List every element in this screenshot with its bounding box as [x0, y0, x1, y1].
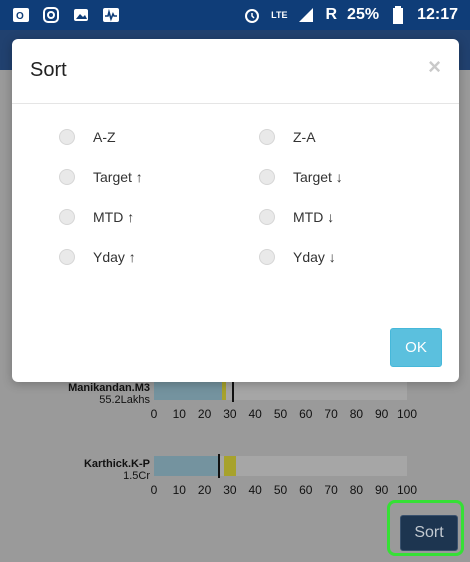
radio-button[interactable]	[59, 129, 75, 145]
status-bar: O LTE R 25% 12:17	[0, 0, 470, 30]
option-label: Yday ↓	[293, 249, 336, 265]
sort-option-a-z[interactable]: A-Z	[59, 129, 116, 145]
chart-label: Manikandan.M3 55.2Lakhs	[68, 382, 150, 406]
tick-label: 100	[396, 407, 418, 421]
sort-button[interactable]: Sort	[400, 515, 458, 551]
bar-marker	[224, 456, 236, 476]
instagram-icon	[42, 6, 60, 24]
sort-option-yday-desc[interactable]: Yday ↓	[259, 249, 336, 265]
target-line	[218, 454, 220, 478]
svg-text:O: O	[16, 11, 24, 22]
sort-button-highlight: Sort	[387, 500, 464, 556]
clock-time: 12:17	[417, 6, 458, 23]
radio-button[interactable]	[259, 129, 275, 145]
alarm-icon	[243, 6, 261, 24]
radio-button[interactable]	[259, 249, 275, 265]
sort-option-mtd-desc[interactable]: MTD ↓	[259, 209, 334, 225]
ok-button[interactable]: OK	[390, 328, 442, 367]
tick-label: 0	[150, 407, 158, 421]
chart-person-value: 1.5Cr	[123, 470, 150, 482]
option-label: MTD ↓	[293, 209, 335, 225]
modal-title: Sort	[30, 59, 67, 81]
radio-button[interactable]	[59, 209, 75, 225]
chart-person-name: Manikandan.M3	[68, 382, 150, 394]
chart-row: Karthick.K-P 1.5Cr 0 10 20 30 40 50 60 7…	[0, 454, 470, 506]
sort-option-mtd-asc[interactable]: MTD ↑	[59, 209, 134, 225]
radio-button[interactable]	[59, 169, 75, 185]
sort-option-yday-asc[interactable]: Yday ↑	[59, 249, 136, 265]
radio-button[interactable]	[259, 209, 275, 225]
tick-label: 20	[197, 407, 212, 421]
battery-icon	[389, 6, 407, 24]
modal-header: Sort ×	[12, 39, 459, 104]
tick-label: 40	[248, 407, 262, 421]
sort-option-target-asc[interactable]: Target ↑	[59, 169, 143, 185]
option-label: Yday ↑	[93, 249, 136, 265]
tick-label: 90	[375, 407, 389, 421]
signal-icon	[297, 6, 315, 24]
axis-ticks: 0 10 20 30 40 50 60 70 80 90 100	[150, 407, 417, 423]
tick-label: 0	[150, 483, 158, 497]
tick-label: 30	[223, 407, 237, 421]
sort-modal: Sort × A-Z Z-A Target ↑ Target ↓ MTD ↑ M…	[12, 39, 459, 382]
tick-label: 60	[299, 407, 313, 421]
tick-label: 50	[273, 483, 288, 497]
tick-label: 80	[349, 483, 364, 497]
tick-label: 80	[349, 407, 364, 421]
sort-option-z-a[interactable]: Z-A	[259, 129, 316, 145]
tick-label: 50	[273, 407, 288, 421]
lte-label: LTE	[271, 10, 288, 20]
tick-label: 70	[324, 407, 338, 421]
gallery-icon	[72, 6, 90, 24]
chart-label: Karthick.K-P 1.5Cr	[84, 458, 150, 482]
axis-ticks: 0 10 20 30 40 50 60 70 80 90 100	[150, 483, 417, 499]
tick-label: 10	[172, 407, 186, 421]
screen: O LTE R 25% 12:17 Manikandan.M3 55.2Lakh…	[0, 0, 470, 562]
bar-fill	[154, 456, 218, 476]
bar-track	[154, 378, 407, 402]
radio-button[interactable]	[259, 169, 275, 185]
option-label: A-Z	[93, 129, 116, 145]
tick-label: 20	[197, 483, 212, 497]
sort-option-target-desc[interactable]: Target ↓	[259, 169, 343, 185]
chart-person-value: 55.2Lakhs	[99, 394, 150, 406]
outlook-icon: O	[12, 6, 30, 24]
pulse-icon	[102, 6, 120, 24]
radio-button[interactable]	[59, 249, 75, 265]
roaming-label: R	[325, 6, 338, 23]
tick-label: 10	[172, 483, 186, 497]
tick-label: 70	[324, 483, 338, 497]
chart-row: Manikandan.M3 55.2Lakhs 0 10 20 30 40 50…	[0, 378, 470, 430]
bar-track	[154, 454, 407, 478]
option-label: Z-A	[293, 129, 316, 145]
tick-label: 40	[248, 483, 262, 497]
bar-marker	[222, 380, 226, 400]
option-label: MTD ↑	[93, 209, 135, 225]
tick-label: 100	[396, 483, 418, 497]
tick-label: 90	[375, 483, 389, 497]
tick-label: 30	[223, 483, 237, 497]
option-label: Target ↑	[93, 169, 143, 185]
bar-fill	[154, 380, 222, 400]
close-icon[interactable]: ×	[428, 54, 441, 80]
tick-label: 60	[299, 483, 313, 497]
chart-person-name: Karthick.K-P	[83, 458, 150, 470]
battery-percent: 25%	[347, 6, 380, 23]
option-label: Target ↓	[293, 169, 343, 185]
